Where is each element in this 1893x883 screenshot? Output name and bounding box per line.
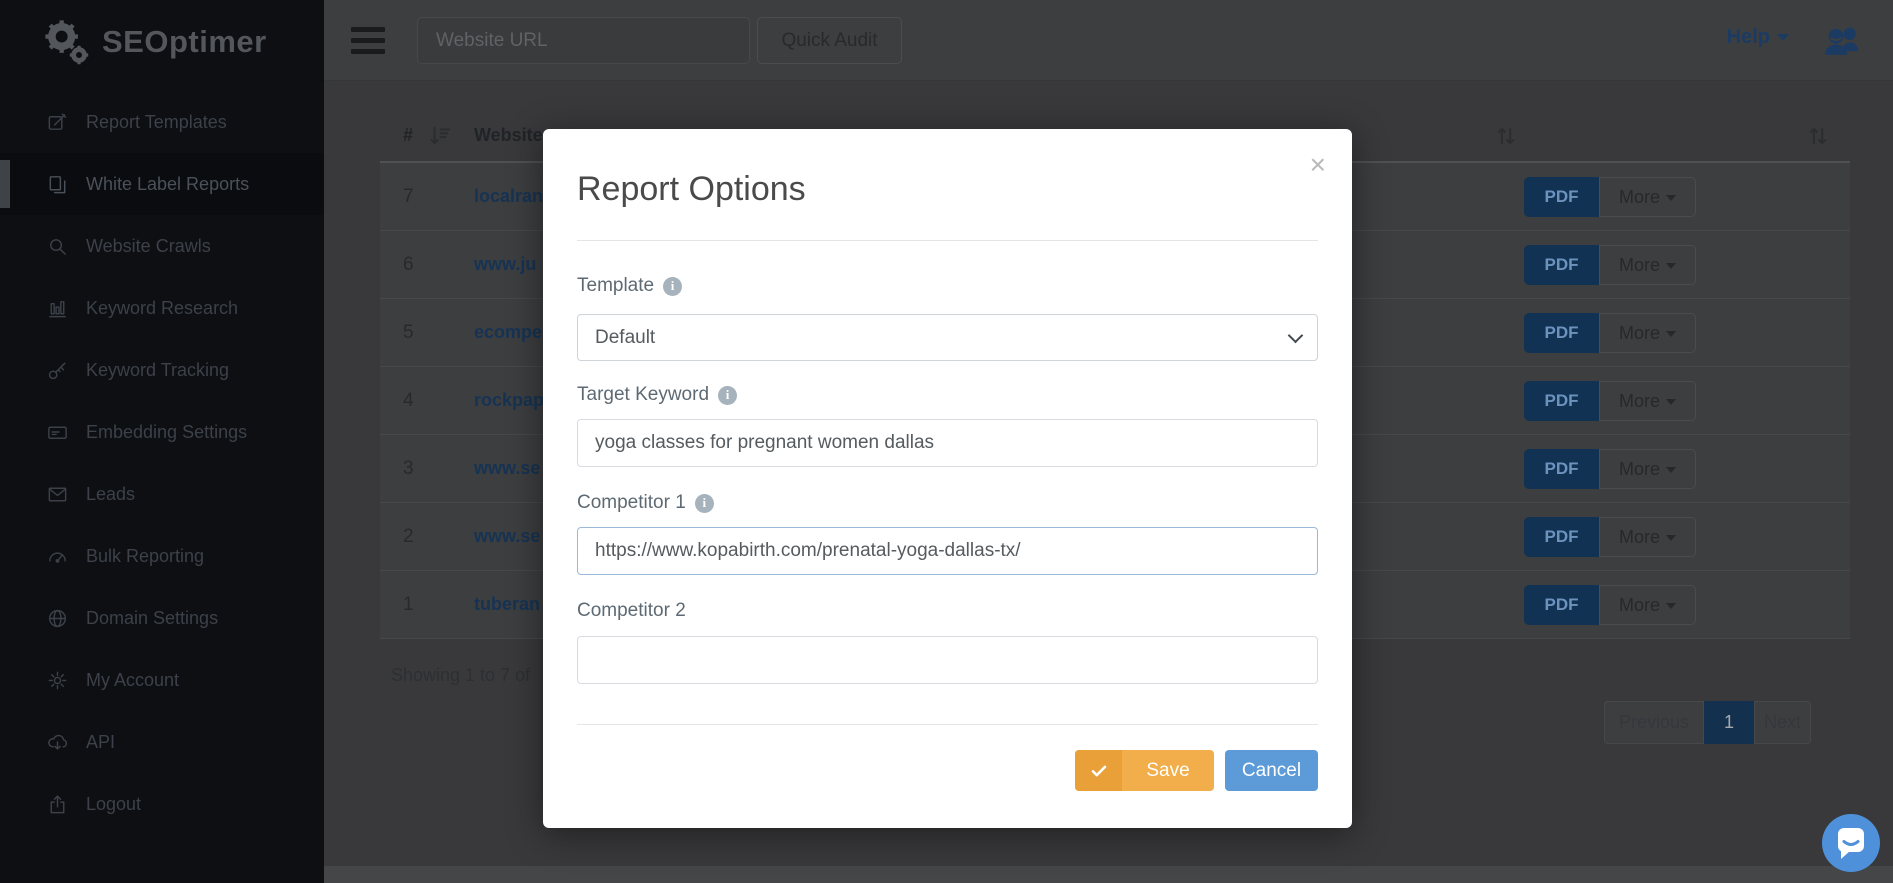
- more-dropdown-button[interactable]: More: [1599, 177, 1696, 217]
- sort-updown-icon[interactable]: [1493, 123, 1519, 149]
- sidebar-item-api[interactable]: API: [0, 711, 324, 773]
- competitor-2-label: Competitor 2: [577, 600, 686, 621]
- more-dropdown-button[interactable]: More: [1599, 585, 1696, 625]
- sidebar-item-keyword-tracking[interactable]: Keyword Tracking: [0, 339, 324, 401]
- more-dropdown-button[interactable]: More: [1599, 517, 1696, 557]
- caret-down-icon: [1777, 34, 1789, 41]
- showing-entries-text: Showing 1 to 7 of: [391, 665, 531, 685]
- pages-icon: [44, 173, 70, 196]
- pagination-next-button[interactable]: Next: [1754, 701, 1811, 744]
- topbar: Quick Audit Help: [324, 0, 1893, 81]
- report-options-modal: Report Options Template i Default Target…: [543, 129, 1352, 828]
- cancel-button[interactable]: Cancel: [1225, 750, 1318, 791]
- caret-down-icon: [1666, 602, 1676, 609]
- website-link[interactable]: localran: [474, 186, 543, 207]
- column-header-website: Website: [474, 125, 543, 145]
- logo[interactable]: SEOptimer: [40, 16, 267, 68]
- pdf-button[interactable]: PDF: [1524, 517, 1599, 557]
- globe-icon: [44, 607, 70, 630]
- website-link[interactable]: www.ju: [474, 254, 536, 275]
- pdf-button[interactable]: PDF: [1524, 449, 1599, 489]
- info-icon[interactable]: i: [663, 276, 683, 296]
- logout-icon: [44, 793, 70, 816]
- caret-down-icon: [1666, 534, 1676, 541]
- sidebar-item-keyword-research[interactable]: Keyword Research: [0, 277, 324, 339]
- website-link[interactable]: ecompe: [474, 322, 542, 343]
- template-select[interactable]: Default: [577, 314, 1318, 361]
- gear-icon: [44, 669, 70, 692]
- chat-launcher-icon[interactable]: [1821, 813, 1881, 873]
- pdf-button[interactable]: PDF: [1524, 177, 1599, 217]
- logo-text: SEOptimer: [102, 24, 267, 59]
- more-dropdown-button[interactable]: More: [1599, 381, 1696, 421]
- card-icon: [44, 421, 70, 444]
- sort-updown-icon[interactable]: [1805, 123, 1831, 149]
- key-icon: [44, 359, 70, 382]
- competitor-1-label: Competitor 1 i: [577, 492, 714, 514]
- modal-actions: Save Cancel: [1075, 750, 1318, 791]
- more-dropdown-button[interactable]: More: [1599, 245, 1696, 285]
- hamburger-menu-icon[interactable]: [351, 27, 385, 54]
- bar-chart-icon: [44, 297, 70, 320]
- caret-down-icon: [1666, 194, 1676, 201]
- pagination-previous-button[interactable]: Previous: [1604, 701, 1704, 744]
- sidebar-item-domain-settings[interactable]: Domain Settings: [0, 587, 324, 649]
- info-icon[interactable]: i: [694, 493, 714, 513]
- close-icon[interactable]: [1310, 151, 1326, 179]
- sidebar-item-embedding-settings[interactable]: Embedding Settings: [0, 401, 324, 463]
- caret-down-icon: [1666, 398, 1676, 405]
- divider: [577, 724, 1318, 725]
- more-dropdown-button[interactable]: More: [1599, 449, 1696, 489]
- sidebar-nav: Report Templates White Label Reports Web…: [0, 91, 324, 835]
- cloud-download-icon: [44, 731, 70, 754]
- competitor-2-input[interactable]: [577, 636, 1318, 684]
- competitor-1-input[interactable]: [577, 527, 1318, 575]
- template-label: Template i: [577, 275, 683, 297]
- pagination-current-page[interactable]: 1: [1704, 701, 1754, 744]
- page-footer: [324, 866, 1893, 883]
- pagination: Previous 1 Next: [1604, 701, 1811, 744]
- sidebar-item-leads[interactable]: Leads: [0, 463, 324, 525]
- sidebar-item-bulk-reporting[interactable]: Bulk Reporting: [0, 525, 324, 587]
- website-link[interactable]: www.se: [474, 526, 540, 547]
- target-keyword-input[interactable]: [577, 419, 1318, 467]
- caret-down-icon: [1666, 330, 1676, 337]
- website-link[interactable]: rockpap: [474, 390, 544, 411]
- info-icon[interactable]: i: [718, 385, 738, 405]
- app-root: SEOptimer Report Templates White Label R…: [0, 0, 1893, 883]
- quick-audit-button[interactable]: Quick Audit: [757, 17, 902, 64]
- caret-down-icon: [1666, 466, 1676, 473]
- search-icon: [44, 235, 70, 258]
- modal-title: Report Options: [577, 170, 806, 208]
- chevron-down-icon: [1287, 327, 1304, 344]
- users-icon[interactable]: [1820, 22, 1862, 58]
- sidebar: SEOptimer Report Templates White Label R…: [0, 0, 324, 883]
- help-dropdown[interactable]: Help: [1727, 26, 1789, 49]
- website-link[interactable]: www.se: [474, 458, 540, 479]
- sidebar-item-report-templates[interactable]: Report Templates: [0, 91, 324, 153]
- check-icon: [1075, 750, 1122, 791]
- website-url-input[interactable]: [417, 17, 750, 64]
- pdf-button[interactable]: PDF: [1524, 245, 1599, 285]
- envelope-icon: [44, 483, 70, 506]
- more-dropdown-button[interactable]: More: [1599, 313, 1696, 353]
- sidebar-item-website-crawls[interactable]: Website Crawls: [0, 215, 324, 277]
- gauge-icon: [44, 545, 70, 568]
- sidebar-item-logout[interactable]: Logout: [0, 773, 324, 835]
- divider: [577, 240, 1318, 241]
- edit-icon: [44, 111, 70, 134]
- save-button[interactable]: Save: [1075, 750, 1214, 791]
- sort-amount-icon[interactable]: [427, 123, 453, 149]
- seoptimer-gear-logo-icon: [45, 20, 89, 65]
- sidebar-item-my-account[interactable]: My Account: [0, 649, 324, 711]
- target-keyword-label: Target Keyword i: [577, 384, 738, 406]
- pdf-button[interactable]: PDF: [1524, 313, 1599, 353]
- caret-down-icon: [1666, 262, 1676, 269]
- website-link[interactable]: tuberan: [474, 594, 540, 615]
- sidebar-item-white-label-reports[interactable]: White Label Reports: [0, 153, 324, 215]
- pdf-button[interactable]: PDF: [1524, 381, 1599, 421]
- pdf-button[interactable]: PDF: [1524, 585, 1599, 625]
- column-header-number: #: [403, 125, 414, 145]
